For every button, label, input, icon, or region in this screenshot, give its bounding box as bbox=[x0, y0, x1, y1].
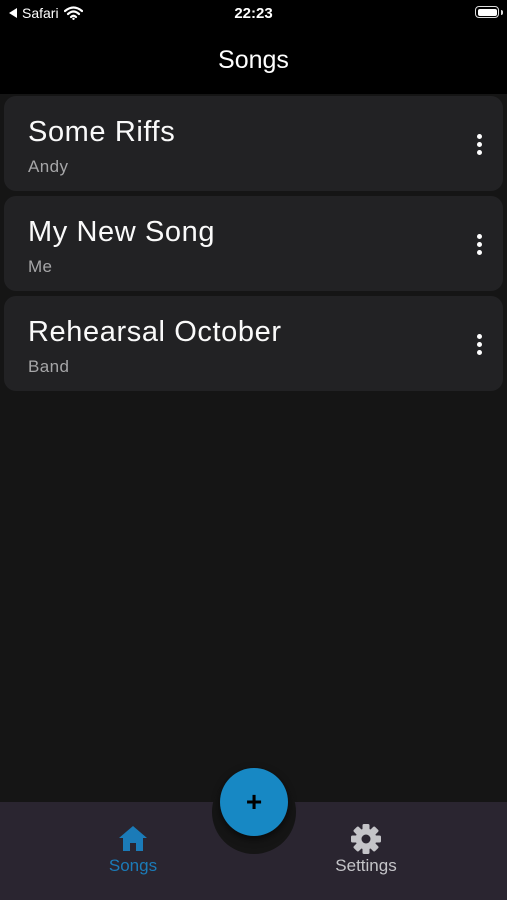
tab-settings-label: Settings bbox=[335, 856, 397, 875]
plus-icon: + bbox=[245, 786, 263, 817]
song-title: My New Song bbox=[28, 216, 216, 248]
status-bar: Safari 22:23 bbox=[0, 0, 507, 28]
home-icon bbox=[119, 826, 147, 851]
song-card[interactable]: Rehearsal October Band bbox=[4, 296, 503, 391]
more-options-icon[interactable] bbox=[469, 129, 489, 159]
song-artist: Band bbox=[28, 357, 70, 376]
song-title: Rehearsal October bbox=[28, 316, 282, 348]
song-title: Some Riffs bbox=[28, 116, 176, 148]
add-song-button[interactable]: + bbox=[220, 768, 288, 836]
song-list: Some Riffs Andy My New Song Me Rehearsal… bbox=[4, 96, 503, 396]
more-options-icon[interactable] bbox=[469, 329, 489, 359]
tab-songs[interactable]: Songs bbox=[63, 822, 203, 876]
gear-icon bbox=[351, 824, 381, 854]
song-artist: Andy bbox=[28, 157, 69, 176]
song-artist: Me bbox=[28, 257, 53, 276]
battery-level bbox=[477, 8, 497, 16]
nav-bar: Songs bbox=[0, 28, 507, 94]
more-options-icon[interactable] bbox=[469, 229, 489, 259]
page-title: Songs bbox=[218, 46, 289, 74]
tab-songs-label: Songs bbox=[108, 856, 158, 875]
battery-icon bbox=[475, 6, 499, 18]
tab-settings[interactable]: Settings bbox=[296, 822, 436, 876]
song-card[interactable]: My New Song Me bbox=[4, 196, 503, 291]
status-time: 22:23 bbox=[234, 5, 273, 22]
song-card[interactable]: Some Riffs Andy bbox=[4, 96, 503, 191]
